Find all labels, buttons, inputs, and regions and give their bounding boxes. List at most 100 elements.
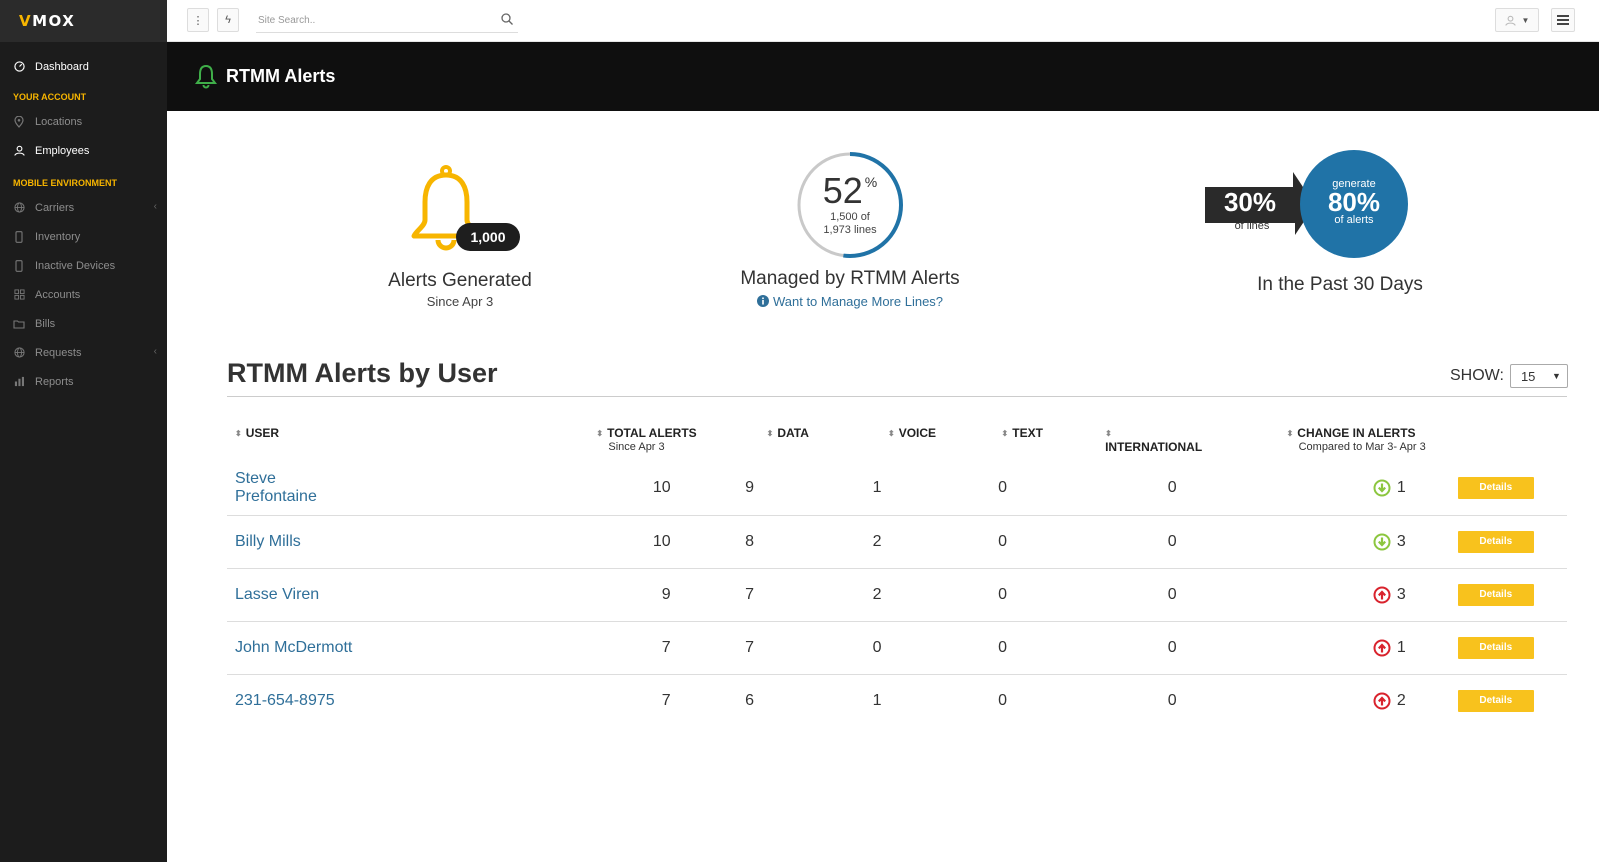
sort-icon: ⬍ — [1001, 429, 1009, 438]
sidebar-item-label: Carriers — [35, 201, 75, 214]
cell-change: 3 — [1216, 568, 1434, 622]
sidebar-item-accounts[interactable]: Accounts — [0, 280, 167, 309]
sidebar-item-employees[interactable]: Employees — [0, 136, 167, 165]
page-size-control: SHOW: 15 ▼ — [1450, 364, 1568, 388]
table-row: Lasse Viren 9 7 2 0 0 3 Details — [227, 568, 1567, 622]
sidebar-item-label: Bills — [35, 317, 56, 330]
sidebar-item-carriers[interactable]: Carriers ‹ — [0, 193, 167, 222]
bell-graphic: 1,000 — [340, 160, 580, 270]
table-row: Billy Mills 10 8 2 0 0 3 Details — [227, 515, 1567, 569]
details-button[interactable]: Details — [1457, 689, 1534, 712]
logo[interactable]: VMOX — [19, 12, 75, 30]
sort-icon: ⬍ — [766, 429, 774, 438]
details-button[interactable]: Details — [1457, 477, 1534, 500]
sidebar-item-bills[interactable]: Bills — [0, 309, 167, 338]
col-header-user[interactable]: ⬍ USER — [227, 420, 362, 462]
cell-actions: Details — [1433, 515, 1567, 569]
alerts-since-label: Since Apr 3 — [426, 294, 494, 309]
cell-voice: 0 — [818, 621, 946, 675]
user-icon — [1504, 15, 1516, 26]
sidebar-item-inactive-devices[interactable]: Inactive Devices — [0, 251, 167, 280]
cell-international: 0 — [1167, 691, 1177, 709]
globe-icon — [13, 202, 25, 214]
sidebar-item-requests[interactable]: Requests ‹ — [0, 338, 167, 367]
sidebar-section-mobile: MOBILE ENVIRONMENT — [13, 178, 118, 188]
sidebar-item-label: Dashboard — [35, 60, 89, 73]
quick-action-button[interactable]: ϟ — [217, 8, 239, 32]
ratio-graphic: 30% of lines generate 80% of alerts — [1200, 150, 1480, 260]
change-value: 3 — [1396, 585, 1406, 603]
col-header-international[interactable]: ⬍ INTERNATIONAL — [1051, 420, 1217, 462]
ratio-widget: 30% of lines generate 80% of alerts In t… — [1200, 150, 1480, 296]
period-label: In the Past 30 Days — [1257, 274, 1423, 295]
manage-more-lines-text: Want to Manage More Lines? — [772, 294, 944, 309]
user-menu-button[interactable]: ▼ — [1495, 8, 1539, 32]
user-link[interactable]: 231-654-8975 — [235, 692, 335, 709]
cell-data: 8 — [704, 515, 819, 569]
managed-widget: 52% 1,500 of 1,973 lines Managed by RTMM… — [720, 150, 980, 309]
arrow-up-circle-icon — [1373, 586, 1391, 603]
col-header-text[interactable]: ⬍ TEXT — [946, 420, 1052, 462]
user-link[interactable]: John McDermott — [235, 639, 352, 656]
sidebar-item-locations[interactable]: Locations — [0, 107, 167, 136]
chevron-left-icon: ‹ — [153, 346, 157, 357]
col-header-data[interactable]: ⬍ DATA — [705, 420, 818, 462]
change-indicator: 1 — [1225, 639, 1426, 657]
cell-international: 0 — [1051, 568, 1217, 622]
page-size-value: 15 — [1520, 368, 1536, 384]
user-link[interactable]: Billy Mills — [235, 533, 301, 550]
vertical-dots-icon: ⋮ — [192, 14, 204, 27]
alerts-label: of alerts — [1334, 214, 1374, 226]
col-header-label: TEXT — [1012, 426, 1043, 440]
table-row: 231-654-8975 7 6 1 0 0 2 Details — [227, 674, 1567, 727]
cell-user: John McDermott — [227, 621, 363, 675]
details-button[interactable]: Details — [1457, 583, 1534, 606]
sidebar-section-account: YOUR ACCOUNT — [13, 92, 87, 102]
map-pin-icon — [13, 115, 25, 128]
manage-more-lines-link[interactable]: Want to Manage More Lines? — [720, 294, 980, 309]
details-button[interactable]: Details — [1457, 636, 1534, 659]
sidebar-item-label: Inactive Devices — [35, 259, 116, 272]
info-icon — [756, 295, 769, 307]
managed-lines-total: 1,973 lines — [823, 224, 877, 236]
cell-change: 2 — [1217, 674, 1434, 727]
alerts-percent-circle: generate 80% of alerts — [1300, 150, 1408, 258]
alerts-generated-label: Alerts Generated — [388, 270, 532, 291]
cell-text: 0 — [945, 462, 1052, 516]
col-header-sublabel: Compared to Mar 3- Apr 3 — [1298, 441, 1426, 453]
cell-actions: Details — [1434, 674, 1567, 727]
app-root: VMOX Dashboard YOUR ACCOUNT Locations Em… — [0, 0, 1599, 862]
site-search — [256, 9, 518, 33]
globe-icon — [13, 347, 25, 359]
logo-prefix: V — [19, 12, 33, 30]
col-header-voice[interactable]: ⬍ VOICE — [818, 420, 946, 462]
page-size-select[interactable]: 15 ▼ — [1509, 364, 1568, 388]
user-link[interactable]: Steve Prefontaine — [235, 470, 317, 505]
col-header-label: TOTAL ALERTS — [607, 426, 697, 440]
col-header-change[interactable]: ⬍ CHANGE IN ALERTS Compared to Mar 3- Apr … — [1217, 420, 1434, 462]
sidebar-item-inventory[interactable]: Inventory — [0, 222, 167, 251]
settings-menu-button[interactable] — [1551, 8, 1575, 32]
cell-user: Lasse Viren — [227, 568, 363, 622]
change-indicator: 3 — [1225, 533, 1426, 551]
search-input[interactable] — [256, 9, 486, 31]
managed-donut: 52% 1,500 of 1,973 lines — [795, 150, 905, 260]
vertical-dots-button[interactable]: ⋮ — [187, 8, 209, 32]
bar-chart-icon — [13, 376, 25, 388]
sidebar-item-dashboard[interactable]: Dashboard — [0, 52, 167, 81]
search-icon[interactable] — [500, 12, 514, 26]
cell-actions: Details — [1433, 568, 1567, 622]
managed-label: Managed by RTMM Alerts — [740, 268, 960, 289]
cell-total: 10 — [362, 515, 705, 569]
sidebar-item-reports[interactable]: Reports — [0, 367, 167, 396]
user-link[interactable]: Lasse Viren — [235, 586, 319, 603]
section-title: RTMM Alerts by User — [227, 358, 498, 388]
sort-icon: ⬍ — [596, 429, 604, 438]
details-button[interactable]: Details — [1457, 530, 1534, 553]
percent-sign: % — [864, 174, 878, 190]
sidebar-item-label: Inventory — [35, 230, 81, 243]
cell-international: 0 — [1051, 462, 1217, 516]
sidebar: VMOX Dashboard YOUR ACCOUNT Locations Em… — [0, 0, 167, 862]
col-header-sublabel: Since Apr 3 — [608, 441, 665, 453]
col-header-total[interactable]: ⬍ TOTAL ALERTS Since Apr 3 — [362, 420, 704, 462]
